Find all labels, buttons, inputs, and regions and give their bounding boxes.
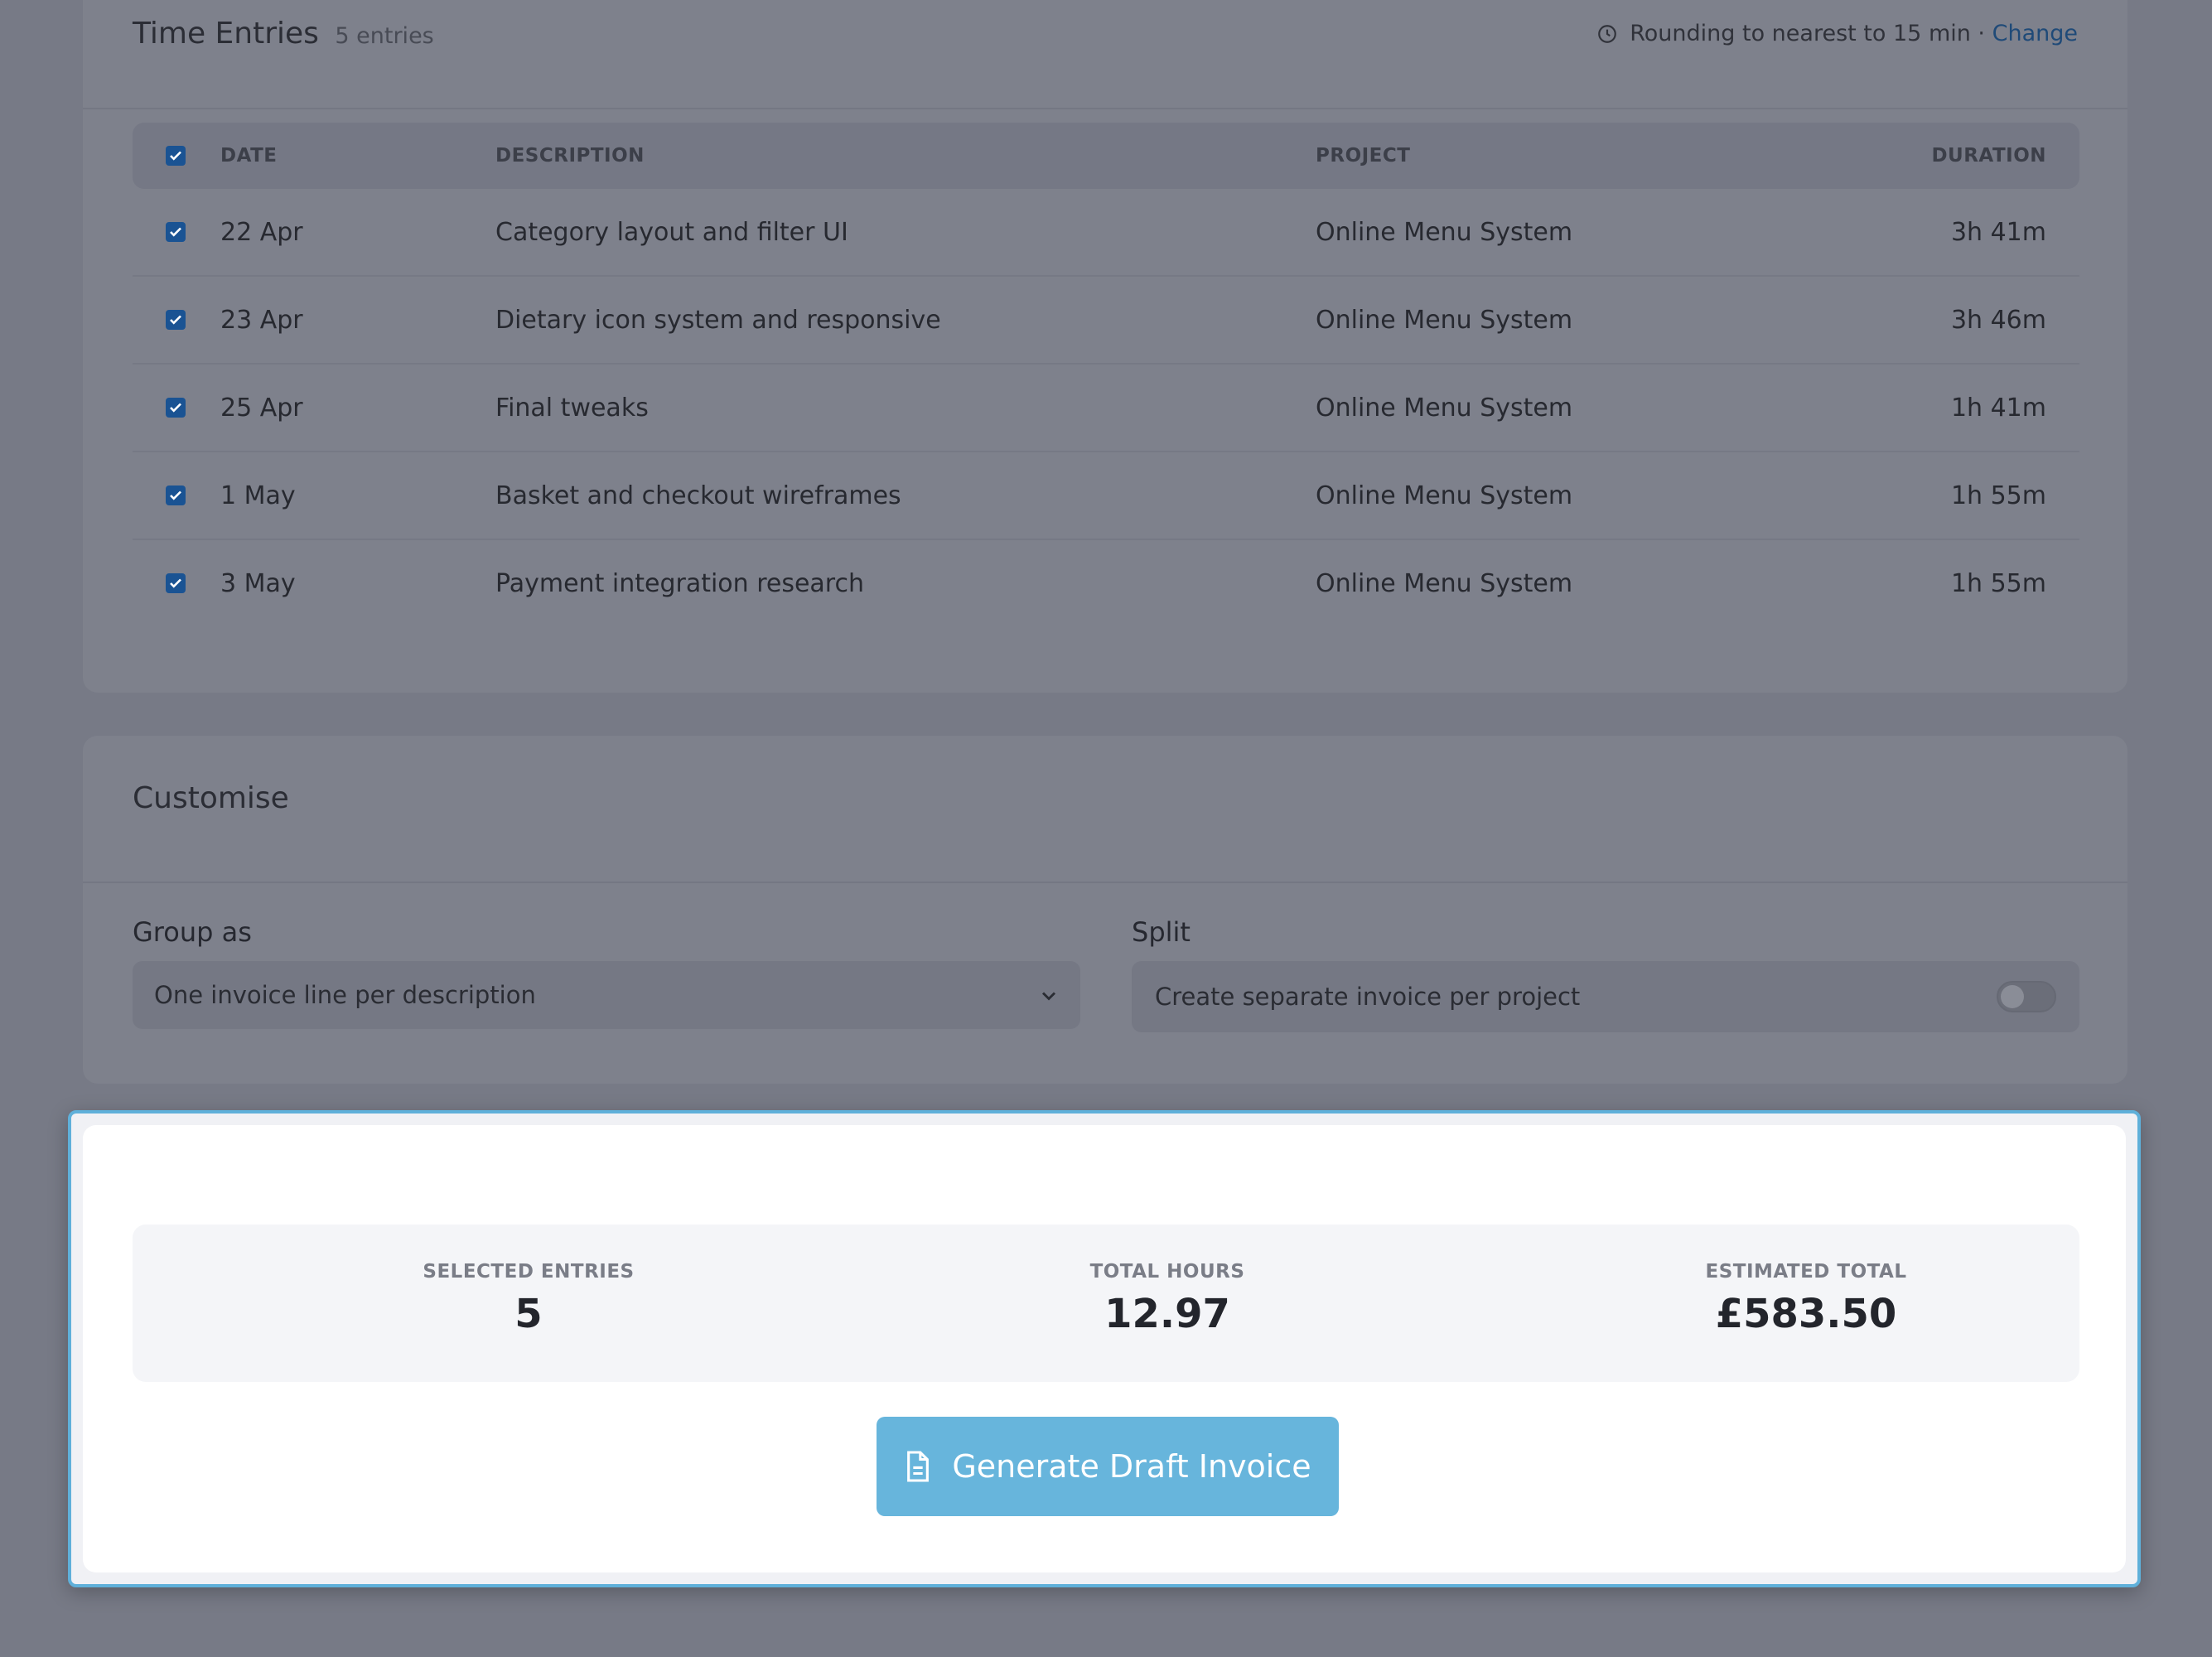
- entries-count: 5 entries: [335, 23, 434, 49]
- split-label: Split: [1132, 916, 1191, 948]
- entry-duration: 1h 41m: [1950, 393, 2046, 423]
- entry-duration: 1h 55m: [1950, 568, 2046, 598]
- table-row[interactable]: 23 Apr Dietary icon system and responsiv…: [133, 277, 2079, 365]
- estimated-total-label: ESTIMATED TOTAL: [1705, 1261, 1907, 1283]
- entry-description: Dietary icon system and responsive: [495, 305, 941, 335]
- split-per-project-toggle[interactable]: [1997, 981, 2056, 1012]
- row-checkbox[interactable]: [166, 277, 186, 363]
- selected-entries-label: SELECTED ENTRIES: [423, 1261, 635, 1283]
- entry-description: Final tweaks: [495, 393, 649, 423]
- time-entries-header: Time Entries 5 entries Rounding to neare…: [133, 0, 2078, 93]
- document-icon: [907, 1451, 930, 1482]
- total-hours-label: TOTAL HOURS: [1089, 1261, 1245, 1283]
- invoice-summary-panel: SELECTED ENTRIES 5 TOTAL HOURS 12.97 EST…: [83, 1125, 2126, 1572]
- total-hours-value: 12.97: [1104, 1291, 1230, 1337]
- group-as-select[interactable]: One invoice line per description: [133, 961, 1080, 1029]
- table-header: DATE DESCRIPTION PROJECT DURATION: [133, 123, 2079, 189]
- table-row[interactable]: 1 May Basket and checkout wireframes Onl…: [133, 452, 2079, 540]
- entry-duration: 3h 41m: [1950, 217, 2046, 247]
- entry-date: 25 Apr: [220, 393, 303, 423]
- column-header-project[interactable]: PROJECT: [1316, 123, 1410, 189]
- change-rounding-link[interactable]: Change: [1992, 21, 2078, 46]
- rounding-text: Rounding to nearest to 15 min ·: [1630, 21, 1986, 46]
- column-header-description[interactable]: DESCRIPTION: [495, 123, 645, 189]
- check-icon: [170, 151, 181, 161]
- check-icon: [170, 578, 181, 588]
- check-icon: [170, 490, 181, 500]
- chevron-down-icon: [1041, 992, 1056, 1001]
- invoice-summary-highlight: SELECTED ENTRIES 5 TOTAL HOURS 12.97 EST…: [68, 1110, 2141, 1587]
- estimated-total-stat: ESTIMATED TOTAL £583.50: [1599, 1225, 2013, 1337]
- entry-description: Basket and checkout wireframes: [495, 481, 901, 510]
- entry-date: 23 Apr: [220, 305, 303, 335]
- selected-entries-value: 5: [514, 1291, 543, 1337]
- check-icon: [170, 403, 181, 413]
- table-row[interactable]: 25 Apr Final tweaks Online Menu System 1…: [133, 365, 2079, 452]
- entry-duration: 1h 55m: [1950, 481, 2046, 510]
- entry-date: 3 May: [220, 568, 296, 598]
- entry-date: 22 Apr: [220, 217, 303, 247]
- entry-project: Online Menu System: [1316, 393, 1573, 423]
- customise-panel: Customise Group as One invoice line per …: [83, 736, 2127, 1084]
- entry-description: Payment integration research: [495, 568, 864, 598]
- entry-date: 1 May: [220, 481, 296, 510]
- section-title: Time Entries: [133, 17, 319, 51]
- total-hours-stat: TOTAL HOURS 12.97: [960, 1225, 1374, 1337]
- generate-draft-invoice-button[interactable]: Generate Draft Invoice: [877, 1417, 1339, 1516]
- generate-button-label: Generate Draft Invoice: [952, 1448, 1311, 1485]
- column-header-duration[interactable]: DURATION: [1931, 123, 2046, 189]
- check-icon: [170, 315, 181, 325]
- table-row[interactable]: 3 May Payment integration research Onlin…: [133, 540, 2079, 626]
- time-entries-title: Time Entries 5 entries: [133, 0, 434, 70]
- row-checkbox[interactable]: [166, 189, 186, 275]
- entry-project: Online Menu System: [1316, 217, 1573, 247]
- customise-title: Customise: [133, 781, 289, 815]
- row-checkbox[interactable]: [166, 452, 186, 539]
- time-entries-table: DATE DESCRIPTION PROJECT DURATION 22 Apr…: [133, 123, 2079, 626]
- clock-icon: [1597, 25, 1616, 43]
- entry-project: Online Menu System: [1316, 305, 1573, 335]
- toggle-knob: [2001, 985, 2024, 1008]
- estimated-total-value: £583.50: [1715, 1291, 1897, 1337]
- divider: [83, 882, 2127, 883]
- entry-description: Category layout and filter UI: [495, 217, 848, 247]
- table-row[interactable]: 22 Apr Category layout and filter UI Onl…: [133, 189, 2079, 277]
- split-option: Create separate invoice per project: [1132, 961, 2079, 1032]
- column-header-date[interactable]: DATE: [220, 123, 278, 189]
- row-checkbox[interactable]: [166, 540, 186, 626]
- select-all-checkbox[interactable]: [166, 123, 186, 189]
- time-entries-panel: Time Entries 5 entries Rounding to neare…: [83, 0, 2127, 693]
- selected-entries-stat: SELECTED ENTRIES 5: [321, 1225, 736, 1337]
- check-icon: [170, 227, 181, 237]
- divider: [83, 108, 2127, 109]
- group-as-label: Group as: [133, 916, 252, 948]
- entry-project: Online Menu System: [1316, 481, 1573, 510]
- entry-project: Online Menu System: [1316, 568, 1573, 598]
- group-as-value: One invoice line per description: [154, 981, 536, 1009]
- split-option-label: Create separate invoice per project: [1155, 983, 1581, 1011]
- rounding-info: Rounding to nearest to 15 min · Change: [1596, 0, 2078, 68]
- entry-duration: 3h 46m: [1950, 305, 2046, 335]
- summary-stats: SELECTED ENTRIES 5 TOTAL HOURS 12.97 EST…: [133, 1225, 2079, 1382]
- row-checkbox[interactable]: [166, 365, 186, 451]
